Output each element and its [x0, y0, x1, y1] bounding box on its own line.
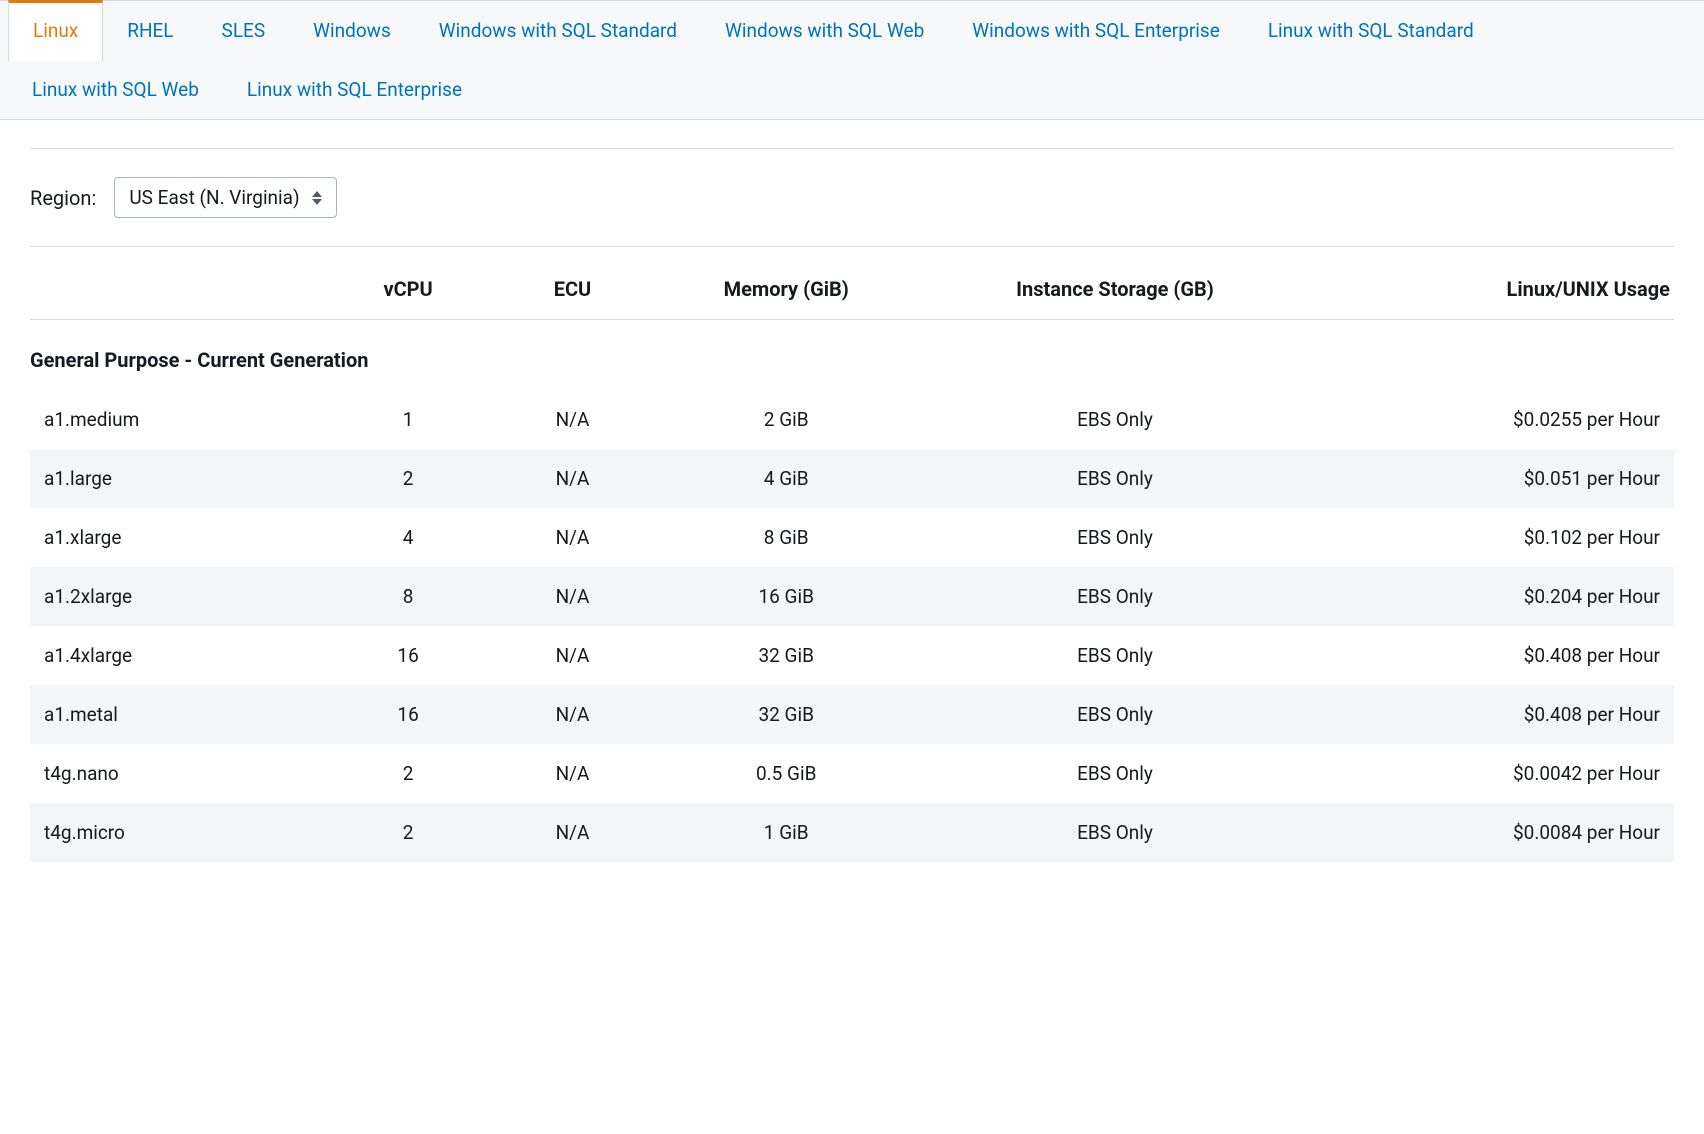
table-row: a1.4xlarge 16 N/A 32 GiB EBS Only $0.408…: [30, 626, 1674, 685]
tab-sles[interactable]: SLES: [198, 1, 290, 60]
cell-vcpu: 16: [326, 626, 490, 685]
tab-linux[interactable]: Linux: [8, 0, 103, 61]
pricing-table: vCPU ECU Memory (GiB) Instance Storage (…: [30, 253, 1674, 862]
cell-storage: EBS Only: [918, 626, 1313, 685]
table-row: t4g.nano 2 N/A 0.5 GiB EBS Only $0.0042 …: [30, 744, 1674, 803]
cell-vcpu: 1: [326, 390, 490, 449]
cell-vcpu: 2: [326, 744, 490, 803]
cell-memory: 0.5 GiB: [655, 744, 918, 803]
table-header-row: vCPU ECU Memory (GiB) Instance Storage (…: [30, 253, 1674, 320]
cell-memory: 2 GiB: [655, 390, 918, 449]
cell-memory: 4 GiB: [655, 449, 918, 508]
table-row: a1.xlarge 4 N/A 8 GiB EBS Only $0.102 pe…: [30, 508, 1674, 567]
cell-vcpu: 4: [326, 508, 490, 567]
cell-ecu: N/A: [490, 567, 654, 626]
cell-memory: 32 GiB: [655, 685, 918, 744]
section-title-row: General Purpose - Current Generation: [30, 320, 1674, 391]
cell-vcpu: 2: [326, 803, 490, 862]
cell-name: a1.medium: [30, 390, 326, 449]
cell-name: a1.4xlarge: [30, 626, 326, 685]
cell-usage: $0.0042 per Hour: [1312, 744, 1674, 803]
cell-name: t4g.nano: [30, 744, 326, 803]
cell-storage: EBS Only: [918, 803, 1313, 862]
cell-storage: EBS Only: [918, 744, 1313, 803]
cell-memory: 16 GiB: [655, 567, 918, 626]
col-header-storage: Instance Storage (GB): [918, 253, 1313, 320]
cell-usage: $0.0255 per Hour: [1312, 390, 1674, 449]
cell-storage: EBS Only: [918, 390, 1313, 449]
cell-storage: EBS Only: [918, 567, 1313, 626]
cell-memory: 32 GiB: [655, 626, 918, 685]
tab-linux-sql-standard[interactable]: Linux with SQL Standard: [1244, 1, 1498, 60]
tab-windows[interactable]: Windows: [289, 1, 415, 60]
tab-windows-sql-web[interactable]: Windows with SQL Web: [701, 1, 948, 60]
cell-ecu: N/A: [490, 390, 654, 449]
cell-name: a1.large: [30, 449, 326, 508]
cell-usage: $0.408 per Hour: [1312, 685, 1674, 744]
cell-ecu: N/A: [490, 685, 654, 744]
cell-vcpu: 8: [326, 567, 490, 626]
cell-usage: $0.0084 per Hour: [1312, 803, 1674, 862]
tab-windows-sql-enterprise[interactable]: Windows with SQL Enterprise: [948, 1, 1244, 60]
tab-linux-sql-enterprise[interactable]: Linux with SQL Enterprise: [223, 60, 486, 119]
table-row: a1.metal 16 N/A 32 GiB EBS Only $0.408 p…: [30, 685, 1674, 744]
cell-storage: EBS Only: [918, 685, 1313, 744]
region-selector-row: Region: US East (N. Virginia): [30, 148, 1674, 247]
cell-name: a1.2xlarge: [30, 567, 326, 626]
cell-storage: EBS Only: [918, 508, 1313, 567]
region-label: Region:: [30, 186, 96, 210]
col-header-usage: Linux/UNIX Usage: [1312, 253, 1674, 320]
cell-ecu: N/A: [490, 744, 654, 803]
cell-vcpu: 16: [326, 685, 490, 744]
cell-usage: $0.204 per Hour: [1312, 567, 1674, 626]
col-header-memory: Memory (GiB): [655, 253, 918, 320]
region-select[interactable]: US East (N. Virginia): [114, 177, 336, 218]
table-row: a1.medium 1 N/A 2 GiB EBS Only $0.0255 p…: [30, 390, 1674, 449]
cell-ecu: N/A: [490, 803, 654, 862]
cell-storage: EBS Only: [918, 449, 1313, 508]
cell-usage: $0.408 per Hour: [1312, 626, 1674, 685]
col-header-name: [30, 253, 326, 320]
cell-ecu: N/A: [490, 508, 654, 567]
os-tabs: Linux RHEL SLES Windows Windows with SQL…: [0, 0, 1704, 120]
cell-ecu: N/A: [490, 626, 654, 685]
cell-memory: 1 GiB: [655, 803, 918, 862]
cell-ecu: N/A: [490, 449, 654, 508]
tab-rhel[interactable]: RHEL: [103, 1, 197, 60]
table-row: a1.large 2 N/A 4 GiB EBS Only $0.051 per…: [30, 449, 1674, 508]
cell-name: a1.xlarge: [30, 508, 326, 567]
tab-windows-sql-standard[interactable]: Windows with SQL Standard: [415, 1, 701, 60]
tab-linux-sql-web[interactable]: Linux with SQL Web: [8, 60, 223, 119]
select-caret-icon: [312, 191, 322, 205]
col-header-vcpu: vCPU: [326, 253, 490, 320]
section-title: General Purpose - Current Generation: [30, 320, 1674, 391]
cell-memory: 8 GiB: [655, 508, 918, 567]
col-header-ecu: ECU: [490, 253, 654, 320]
table-row: t4g.micro 2 N/A 1 GiB EBS Only $0.0084 p…: [30, 803, 1674, 862]
region-selected-value: US East (N. Virginia): [129, 186, 299, 209]
table-row: a1.2xlarge 8 N/A 16 GiB EBS Only $0.204 …: [30, 567, 1674, 626]
cell-usage: $0.102 per Hour: [1312, 508, 1674, 567]
cell-vcpu: 2: [326, 449, 490, 508]
cell-usage: $0.051 per Hour: [1312, 449, 1674, 508]
cell-name: t4g.micro: [30, 803, 326, 862]
cell-name: a1.metal: [30, 685, 326, 744]
